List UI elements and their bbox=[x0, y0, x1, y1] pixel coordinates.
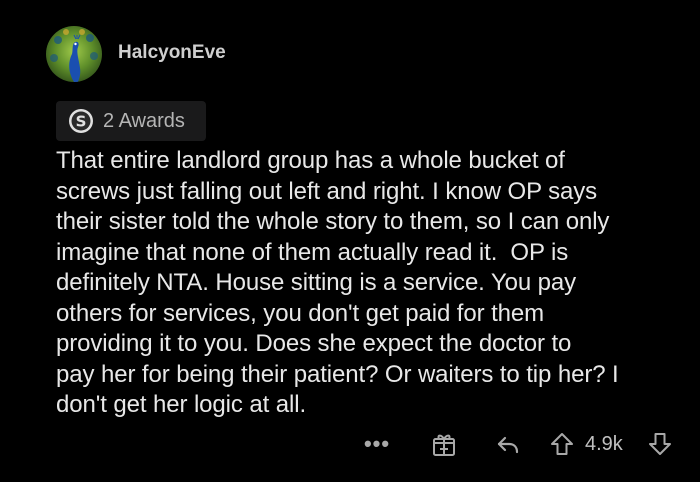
silver-award-icon: S bbox=[68, 108, 94, 134]
gift-icon bbox=[431, 431, 457, 457]
upvote-arrow-icon bbox=[549, 431, 575, 457]
peacock-avatar-icon bbox=[46, 26, 102, 82]
comment-body: That entire landlord group has a whole b… bbox=[56, 147, 619, 418]
reply-button[interactable] bbox=[493, 424, 523, 464]
gift-award-button[interactable] bbox=[429, 424, 459, 464]
comment-header: HalcyonEve bbox=[46, 26, 226, 82]
downvote-button[interactable] bbox=[646, 424, 674, 464]
avatar[interactable] bbox=[46, 26, 102, 82]
svg-text:S: S bbox=[76, 113, 87, 131]
comment-actions: ••• 4.9k bbox=[0, 424, 700, 464]
comment: HalcyonEve S 2 Awards That entire landlo… bbox=[0, 0, 700, 482]
username[interactable]: HalcyonEve bbox=[118, 42, 226, 64]
awards-chip[interactable]: S 2 Awards bbox=[56, 101, 206, 141]
upvote-button[interactable] bbox=[548, 424, 576, 464]
more-options-button[interactable]: ••• bbox=[362, 424, 392, 464]
downvote-arrow-icon bbox=[647, 431, 673, 457]
more-options-icon: ••• bbox=[363, 431, 391, 456]
vote-score: 4.9k bbox=[585, 432, 623, 455]
awards-label: 2 Awards bbox=[103, 109, 185, 132]
reply-arrow-icon bbox=[495, 431, 521, 457]
